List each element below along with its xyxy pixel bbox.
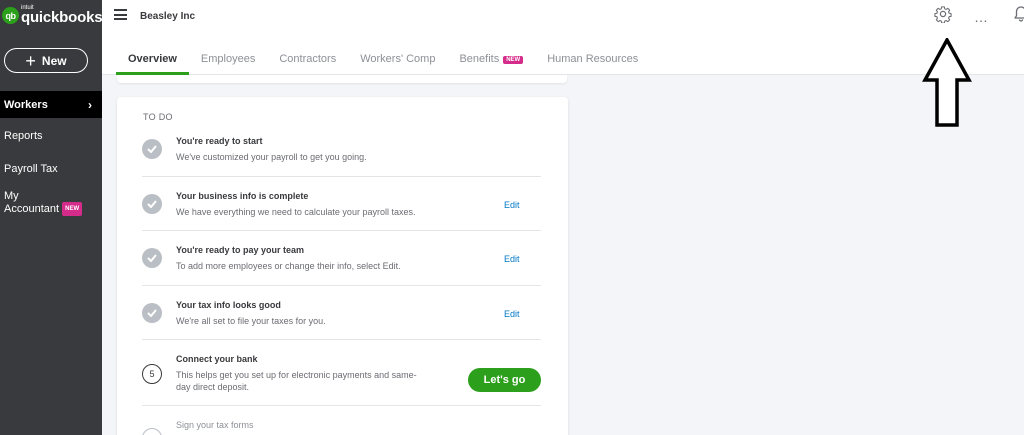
sidebar-item-label: Payroll Tax	[4, 163, 58, 175]
sidebar-item-label: Accountant	[4, 202, 60, 215]
todo-title: Your tax info looks good	[176, 300, 281, 310]
step-circle-icon	[142, 428, 162, 435]
plus-icon: +	[25, 50, 36, 71]
up-arrow-annotation-icon	[922, 38, 972, 127]
todo-item: Your tax info looks good We're all set t…	[142, 300, 541, 340]
todo-item: Your business info is complete We have e…	[142, 191, 541, 231]
todo-item: 5 Connect your bank This helps get you s…	[142, 354, 541, 406]
edit-link[interactable]: Edit	[504, 309, 520, 319]
todo-title: Sign your tax forms	[176, 420, 254, 430]
qb-logo-icon: qb	[2, 7, 19, 24]
check-icon	[142, 303, 162, 323]
sidebar-item-workers[interactable]: Workers ›	[0, 91, 102, 118]
previous-card-edge	[117, 75, 567, 83]
sidebar-item-my-accountant[interactable]: My Accountant NEW	[0, 190, 102, 216]
todo-title: You're ready to pay your team	[176, 245, 305, 255]
sidebar: qb intuit quickbooks + New Workers › Rep…	[0, 0, 103, 435]
top-header: Beasley Inc … Overview Employees Contrac…	[102, 0, 1024, 75]
todo-description: We're all set to file your taxes for you…	[176, 316, 326, 326]
sidebar-item-label: Reports	[4, 130, 43, 142]
check-icon	[142, 194, 162, 214]
lets-go-button[interactable]: Let's go	[468, 368, 541, 392]
new-badge: NEW	[62, 202, 83, 216]
todo-description: To add more employees or change their in…	[176, 261, 401, 271]
more-icon[interactable]: …	[974, 9, 990, 25]
todo-title: Your business info is complete	[176, 191, 309, 201]
todo-description: This helps get you set up for electronic…	[176, 370, 417, 392]
todo-description: We have everything we need to calculate …	[176, 207, 416, 217]
todo-item: You're ready to start We've customized y…	[142, 136, 541, 177]
new-button[interactable]: + New	[4, 48, 88, 73]
brand-name: quickbooks	[21, 9, 103, 26]
tab-bar: Overview Employees Contractors Workers' …	[116, 53, 662, 75]
todo-description: We've customized your payroll to get you…	[176, 152, 367, 162]
todo-item: Sign your tax forms	[142, 420, 541, 435]
tab-contractors[interactable]: Contractors	[279, 53, 336, 75]
sidebar-item-label: Workers	[4, 98, 48, 111]
gear-icon[interactable]	[934, 5, 952, 23]
step-number: 5	[142, 364, 162, 384]
tab-workers-comp[interactable]: Workers' Comp	[360, 53, 435, 75]
hamburger-icon[interactable]	[114, 9, 127, 20]
company-name: Beasley Inc	[140, 11, 196, 22]
quickbooks-logo[interactable]: qb intuit quickbooks	[2, 5, 103, 26]
edit-link[interactable]: Edit	[504, 254, 520, 264]
tab-benefits[interactable]: Benefits NEW	[459, 53, 524, 75]
tab-employees[interactable]: Employees	[201, 53, 255, 75]
todo-title: You're ready to start	[176, 136, 263, 146]
todo-title: Connect your bank	[176, 354, 258, 364]
card-title: TO DO	[143, 112, 173, 122]
todo-item: You're ready to pay your team To add mor…	[142, 245, 541, 286]
check-icon	[142, 139, 162, 159]
check-icon	[142, 248, 162, 268]
tab-human-resources[interactable]: Human Resources	[547, 53, 638, 75]
todo-card: TO DO You're ready to start We've custom…	[117, 97, 568, 435]
chevron-right-icon: ›	[88, 97, 92, 112]
bell-icon[interactable]	[1014, 5, 1024, 23]
sidebar-item-payroll-tax[interactable]: Payroll Tax	[0, 163, 102, 175]
sidebar-item-label: My	[4, 190, 19, 202]
edit-link[interactable]: Edit	[504, 200, 520, 210]
tab-overview[interactable]: Overview	[116, 53, 189, 75]
new-button-label: New	[41, 53, 67, 68]
new-badge: NEW	[503, 56, 524, 64]
sidebar-item-reports[interactable]: Reports	[0, 130, 102, 142]
